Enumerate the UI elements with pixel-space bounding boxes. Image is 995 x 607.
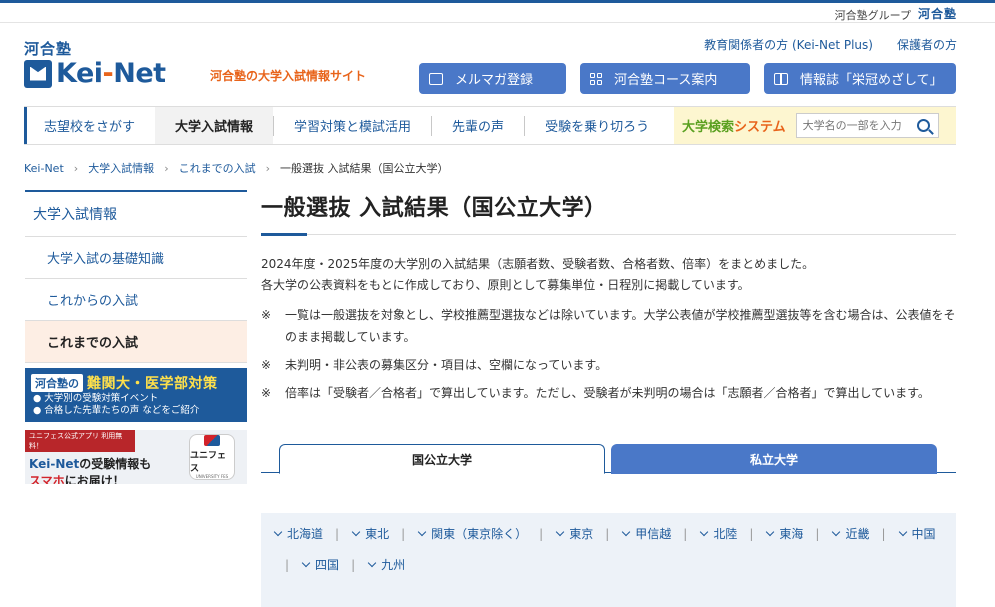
logo-mark-icon xyxy=(24,59,52,88)
group-text: 河合塾グループ xyxy=(834,9,911,22)
app-name: ユニフェス xyxy=(190,451,227,474)
chevron-down-icon xyxy=(832,527,841,537)
intro-text: 2024年度・2025年度の大学別の入試結果（志願者数、受験者数、合格者数、倍率… xyxy=(261,254,956,296)
side-nav: 大学入試情報 大学入試の基礎知識 これからの入試 これまでの入試 xyxy=(25,190,247,363)
link-educators[interactable]: 教育関係者の方 (Kei-Net Plus) xyxy=(704,36,873,53)
book-icon xyxy=(774,72,788,85)
chevron-down-icon xyxy=(898,527,907,537)
chevron-down-icon xyxy=(700,527,709,537)
site-logo[interactable]: Kei-Net xyxy=(24,58,166,89)
chevron-down-icon xyxy=(766,527,775,537)
newsletter-label: メルマガ登録 xyxy=(455,73,534,88)
search-icon[interactable] xyxy=(916,119,930,132)
notes-list: ※ 一覧は一般選抜を対象とし、学校推薦型選抜などは除いています。大学公表値が学校… xyxy=(261,304,956,410)
site-tagline: 河合塾の大学入試情報サイト xyxy=(210,69,367,83)
note-text: 倍率は「受験者／合格者」で算出しています。ただし、受験者が未判明の場合は「志願者… xyxy=(285,386,930,400)
title-divider xyxy=(261,233,956,236)
banner-strip: ユニフェス公式アプリ 利用無料！ xyxy=(25,430,135,452)
side-nav-heading[interactable]: 大学入試情報 xyxy=(25,190,247,237)
chevron-down-icon xyxy=(351,527,361,537)
nav-item-study-strategy[interactable]: 学習対策と模試活用 xyxy=(274,107,431,144)
breadcrumb-home[interactable]: Kei-Net xyxy=(24,162,64,175)
utility-links: 教育関係者の方 (Kei-Net Plus) 保護者の方 xyxy=(704,36,957,53)
banner-line: ● 合格した先輩たちの声 などをご紹介 xyxy=(33,405,200,416)
breadcrumb-current: 一般選抜 入試結果（国公立大学） xyxy=(280,162,449,175)
page-title: 一般選抜 入試結果（国公立大学） xyxy=(261,196,607,221)
intro-line: 各大学の公表資料をもとに作成しており、原則として募集単位・日程別に掲載しています… xyxy=(261,278,750,292)
promo-banner-app[interactable]: ユニフェス公式アプリ 利用無料！ Kei-Netの受験情報も スマホにお届け！ … xyxy=(25,430,247,484)
app-subname: UNIVERSITY FES xyxy=(195,474,229,479)
region-link-tokyo[interactable]: 東京 xyxy=(555,525,593,542)
region-link-hokuriku[interactable]: 北陸 xyxy=(699,525,737,542)
note-mark: ※ xyxy=(261,386,272,400)
brand-name: Kei-Net xyxy=(56,58,166,89)
app-logo-mark xyxy=(204,435,220,446)
university-type-tabs: 国公立大学 私立大学 xyxy=(261,442,956,474)
note-item: ※ 一覧は一般選抜を対象とし、学校推薦型選抜などは除いています。大学公表値が学校… xyxy=(261,304,956,348)
chevron-down-icon xyxy=(555,527,565,537)
chevron-down-icon xyxy=(417,527,427,537)
newsletter-button[interactable]: メルマガ登録 xyxy=(419,63,566,94)
magazine-label: 情報誌「栄冠めざして」 xyxy=(800,73,943,88)
chevron-down-icon xyxy=(273,527,283,537)
university-search-box xyxy=(795,113,939,138)
university-search-title[interactable]: 大学検索システム xyxy=(682,116,786,135)
mail-icon xyxy=(429,72,443,85)
magazine-button[interactable]: 情報誌「栄冠めざして」 xyxy=(764,63,956,94)
side-nav-item-upcoming[interactable]: これからの入試 xyxy=(25,279,247,321)
group-bar: 河合塾グループ 河合塾 xyxy=(0,3,995,23)
region-jump-links: 北海道 | 東北 | 関東（東京除く） | 東京 | 甲信越 | 北陸 | 東海 | 近畿 | … xyxy=(261,513,956,607)
side-nav-item-basics[interactable]: 大学入試の基礎知識 xyxy=(25,237,247,279)
breadcrumb-admission-info[interactable]: 大学入試情報 xyxy=(88,160,154,176)
course-guide-button[interactable]: 河合塾コース案内 xyxy=(580,63,750,94)
region-link-hokkaido[interactable]: 北海道 xyxy=(273,525,323,542)
breadcrumb: Kei-Net › 大学入試情報 › これまでの入試 › 一般選抜 入試結果（国… xyxy=(24,160,449,176)
chevron-down-icon xyxy=(367,558,377,568)
chevron-down-icon xyxy=(301,558,311,568)
nav-item-find-school[interactable]: 志望校をさがす xyxy=(24,107,155,144)
region-link-kyushu[interactable]: 九州 xyxy=(367,556,405,573)
note-mark: ※ xyxy=(261,358,272,372)
region-link-kanto[interactable]: 関東（東京除く） xyxy=(417,525,527,542)
link-parents[interactable]: 保護者の方 xyxy=(897,36,957,53)
nav-item-senior-voices[interactable]: 先輩の声 xyxy=(432,107,524,144)
main-nav: 志望校をさがす 大学入試情報 学習対策と模試活用 先輩の声 受験を乗り切ろう 大… xyxy=(24,106,956,145)
note-text: 一覧は一般選抜を対象とし、学校推薦型選抜などは除いています。大学公表値が学校推薦… xyxy=(285,308,956,344)
nav-item-exam-survival[interactable]: 受験を乗り切ろう xyxy=(525,107,669,144)
note-mark: ※ xyxy=(261,308,272,322)
course-guide-label: 河合塾コース案内 xyxy=(614,73,718,88)
university-search-panel: 大学検索システム xyxy=(674,107,956,144)
region-link-tokai[interactable]: 東海 xyxy=(765,525,803,542)
note-item: ※ 未判明・非公表の募集区分・項目は、空欄になっています。 xyxy=(261,354,956,376)
chevron-right-icon: › xyxy=(265,161,270,175)
region-link-tohoku[interactable]: 東北 xyxy=(351,525,389,542)
region-link-chugoku[interactable]: 中国 xyxy=(898,525,936,542)
unifes-app-icon: ユニフェス UNIVERSITY FES xyxy=(189,434,235,480)
tab-national-public[interactable]: 国公立大学 xyxy=(279,444,605,474)
brand-kana[interactable]: 河合塾 xyxy=(24,38,72,59)
promo-banner-top-universities[interactable]: 河合塾の 難関大・医学部対策 ● 大学別の受験対策イベント ● 合格した先輩たち… xyxy=(25,368,247,422)
chevron-down-icon xyxy=(622,527,631,537)
chevron-right-icon: › xyxy=(73,161,79,175)
nav-item-admission-info[interactable]: 大学入試情報 xyxy=(155,107,274,144)
region-link-shikoku[interactable]: 四国 xyxy=(301,556,339,573)
side-nav-item-past[interactable]: これまでの入試 xyxy=(25,321,247,363)
grid-icon xyxy=(590,72,602,85)
breadcrumb-past-exams[interactable]: これまでの入試 xyxy=(179,160,256,176)
banner-line: ● 大学別の受験対策イベント xyxy=(33,393,159,404)
intro-line: 2024年度・2025年度の大学別の入試結果（志願者数、受験者数、合格者数、倍率… xyxy=(261,257,815,271)
group-logo[interactable]: 河合塾 xyxy=(918,5,957,22)
note-item: ※ 倍率は「受験者／合格者」で算出しています。ただし、受験者が未判明の場合は「志… xyxy=(261,382,956,404)
chevron-right-icon: › xyxy=(164,161,169,175)
region-link-kinki[interactable]: 近畿 xyxy=(831,525,869,542)
region-link-koshinetsu[interactable]: 甲信越 xyxy=(621,525,671,542)
tab-private[interactable]: 私立大学 xyxy=(611,444,937,474)
banner-pill: 河合塾の xyxy=(31,374,83,392)
note-text: 未判明・非公表の募集区分・項目は、空欄になっています。 xyxy=(285,358,608,372)
university-search-input[interactable] xyxy=(802,119,913,132)
banner-heading: 難関大・医学部対策 xyxy=(87,376,218,392)
